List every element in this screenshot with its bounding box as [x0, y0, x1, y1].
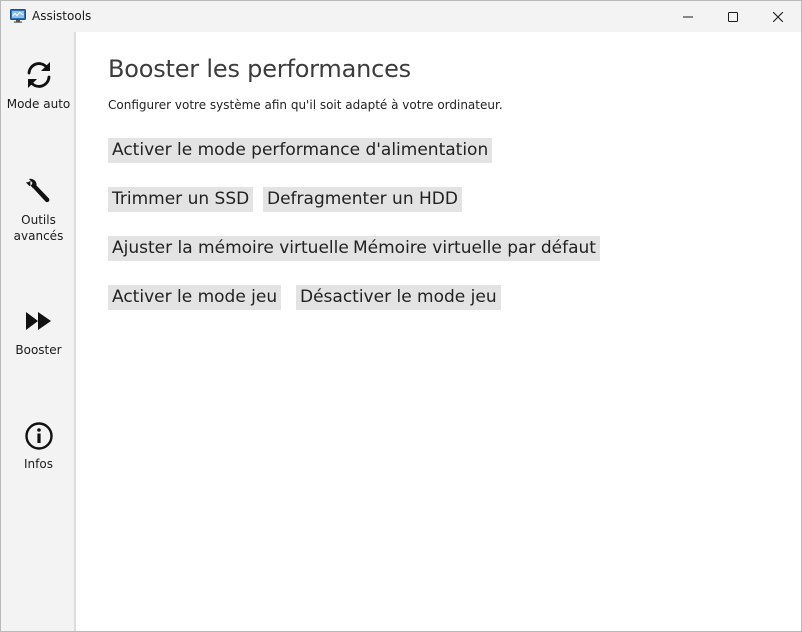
power-mode-button[interactable]: Activer le mode performance d'alimentati… — [108, 138, 493, 163]
enable-game-mode-button[interactable]: Activer le mode jeu — [108, 285, 282, 310]
sidebar-label-infos: Infos — [24, 457, 53, 471]
sidebar-item-outils-avances[interactable]: Outils avancés — [1, 176, 76, 244]
wrench-icon — [25, 178, 49, 203]
close-button[interactable] — [755, 1, 801, 32]
trim-ssd-button[interactable]: Trimmer un SSD — [108, 187, 254, 212]
info-icon — [24, 422, 53, 450]
sidebar-item-mode-auto[interactable]: Mode auto — [1, 60, 76, 112]
sidebar-label-outils-avances: Outils avancés — [13, 213, 64, 243]
sidebar-label-mode-auto: Mode auto — [6, 97, 71, 111]
app-logo-icon — [10, 9, 26, 23]
main-content: Booster les performances Configurer votr… — [78, 32, 801, 631]
default-virtual-memory-button[interactable]: Mémoire virtuelle par défaut — [349, 236, 600, 261]
app-window: Assistools Mode auto Outils avancés Boos… — [0, 0, 802, 632]
sidebar: Mode auto Outils avancés Booster Infos — [1, 32, 76, 631]
maximize-icon — [728, 11, 738, 22]
maximize-button[interactable] — [710, 1, 756, 32]
minimize-icon — [683, 16, 693, 17]
sidebar-item-booster[interactable]: Booster — [1, 308, 76, 358]
refresh-icon — [27, 62, 50, 88]
page-subtitle: Configurer votre système afin qu'il soit… — [108, 98, 503, 112]
fast-forward-icon — [25, 312, 51, 330]
page-title: Booster les performances — [108, 55, 411, 83]
disable-game-mode-button[interactable]: Désactiver le mode jeu — [296, 285, 501, 310]
minimize-button[interactable] — [665, 1, 711, 32]
window-title: Assistools — [32, 9, 92, 23]
defrag-hdd-button[interactable]: Defragmenter un HDD — [263, 187, 462, 212]
sidebar-label-booster: Booster — [15, 343, 62, 357]
close-icon — [773, 11, 783, 22]
title-bar[interactable]: Assistools — [1, 1, 801, 32]
sidebar-item-infos[interactable]: Infos — [1, 420, 76, 472]
adjust-virtual-memory-button[interactable]: Ajuster la mémoire virtuelle — [108, 236, 353, 261]
